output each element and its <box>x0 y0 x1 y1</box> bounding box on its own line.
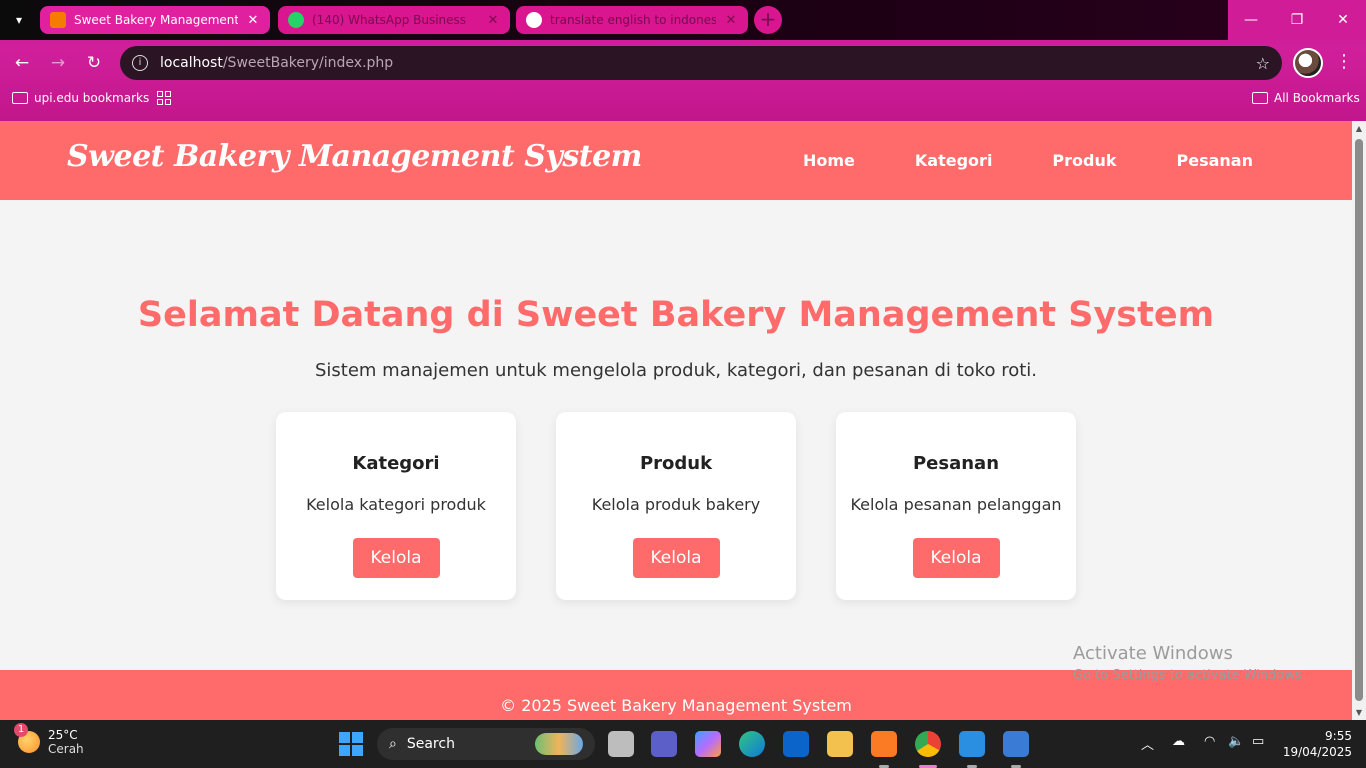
url-path: /SweetBakery/index.php <box>222 55 394 71</box>
restore-icon[interactable]: ❐ <box>1274 0 1320 40</box>
reload-icon[interactable]: ↻ <box>82 51 106 75</box>
site-brand[interactable]: Sweet Bakery Management System <box>67 139 642 174</box>
chrome-icon[interactable] <box>915 731 941 757</box>
tab-title: (140) WhatsApp Business <box>312 13 467 27</box>
watermark-line2: Go to Settings to activate Windows. <box>1073 668 1306 683</box>
scroll-thumb[interactable] <box>1355 139 1363 701</box>
search-highlight-icon <box>535 733 583 755</box>
all-bookmarks-label: All Bookmarks <box>1274 91 1360 105</box>
taskbar-search[interactable]: ⌕ Search <box>377 728 595 760</box>
activate-windows-watermark: Activate Windows Go to Settings to activ… <box>1073 643 1306 683</box>
close-tab-icon[interactable]: ✕ <box>246 13 260 28</box>
card-title: Kategori <box>352 453 440 474</box>
whatsapp-favicon-icon <box>288 12 304 28</box>
scroll-down-icon[interactable]: ▼ <box>1354 708 1364 717</box>
close-window-icon[interactable]: ✕ <box>1320 0 1366 40</box>
copilot-icon[interactable] <box>695 731 721 757</box>
apps-grid-icon <box>157 91 171 105</box>
clock-date: 19/04/2025 <box>1282 745 1352 759</box>
address-bar[interactable]: i localhost/SweetBakery/index.php ☆ <box>120 46 1282 80</box>
scroll-up-icon[interactable]: ▲ <box>1354 124 1364 133</box>
back-arrow-icon[interactable]: ← <box>10 51 34 75</box>
search-label: Search <box>406 736 455 752</box>
forward-arrow-icon[interactable]: → <box>46 51 70 75</box>
all-bookmarks[interactable]: All Bookmarks <box>1252 91 1360 105</box>
bookmark-label: upi.edu bookmarks <box>34 91 150 105</box>
close-tab-icon[interactable]: ✕ <box>724 13 738 28</box>
wifi-icon[interactable]: ◠ <box>1204 734 1215 749</box>
xampp-favicon-icon <box>50 12 66 28</box>
kelola-pesanan-button[interactable]: Kelola <box>912 538 1000 578</box>
xampp-icon[interactable] <box>871 731 897 757</box>
task-view-icon[interactable] <box>608 731 634 757</box>
volume-icon[interactable]: 🔈 <box>1228 734 1244 749</box>
kelola-kategori-button[interactable]: Kelola <box>352 538 440 578</box>
folder-icon <box>1252 92 1268 104</box>
tab-sweet-bakery[interactable]: Sweet Bakery Management Sys ✕ <box>40 6 270 34</box>
weather-desc: Cerah <box>48 742 84 756</box>
tab-translate[interactable]: translate english to indonesia ✕ <box>516 6 748 34</box>
clock-time: 9:55 <box>1325 729 1352 743</box>
url-host: localhost <box>160 55 223 71</box>
card-kategori: Kategori Kelola kategori produk Kelola <box>276 412 516 600</box>
edge-icon[interactable] <box>739 731 765 757</box>
kelola-produk-button[interactable]: Kelola <box>632 538 720 578</box>
card-description: Kelola kategori produk <box>306 495 486 514</box>
taskbar-clock[interactable]: 9:55 19/04/2025 <box>1283 728 1352 760</box>
welcome-title: Selamat Datang di Sweet Bakery Managemen… <box>137 295 1215 335</box>
vscode-icon[interactable] <box>959 731 985 757</box>
file-explorer-icon[interactable] <box>827 731 853 757</box>
card-title: Produk <box>639 453 713 474</box>
new-tab-button[interactable]: + <box>754 6 782 34</box>
card-produk: Produk Kelola produk bakery Kelola <box>556 412 796 600</box>
search-icon: ⌕ <box>389 736 397 752</box>
minimize-icon[interactable]: — <box>1228 0 1274 40</box>
main-nav: Home Kategori Produk Pesanan <box>803 151 1253 170</box>
browser-menu-icon[interactable]: ⋮ <box>1334 51 1354 72</box>
weather-badge: 1 <box>14 723 28 737</box>
web-page: Sweet Bakery Management System Home Kate… <box>0 121 1352 720</box>
nav-home[interactable]: Home <box>803 151 855 170</box>
card-title: Pesanan <box>912 453 1000 474</box>
tab-search-dropdown-icon[interactable]: ▾ <box>8 10 30 30</box>
battery-icon[interactable]: ▭ <box>1252 734 1264 749</box>
weather-sun-icon: 1 <box>14 723 40 753</box>
welcome-subtitle: Sistem manajemen untuk mengelola produk,… <box>314 360 1037 381</box>
windows-taskbar: 1 25°C Cerah ⌕ Search ︿ ☁ ◠ 🔈 ▭ 9:55 19/… <box>0 720 1366 768</box>
nav-pesanan[interactable]: Pesanan <box>1177 151 1253 170</box>
weather-widget[interactable]: 1 25°C Cerah <box>14 723 84 756</box>
nav-kategori[interactable]: Kategori <box>915 151 993 170</box>
outlook-icon[interactable] <box>783 731 809 757</box>
watermark-line1: Activate Windows <box>1073 643 1233 664</box>
notepad-icon[interactable] <box>1003 731 1029 757</box>
card-description: Kelola produk bakery <box>591 495 761 514</box>
footer-copyright: © 2025 Sweet Bakery Management System <box>500 696 852 715</box>
card-description: Kelola pesanan pelanggan <box>850 495 1062 514</box>
close-tab-icon[interactable]: ✕ <box>486 13 500 28</box>
onedrive-icon[interactable]: ☁ <box>1172 734 1185 749</box>
folder-icon <box>12 92 28 104</box>
weather-temp: 25°C <box>48 728 78 742</box>
apps-grid-button[interactable] <box>157 91 171 105</box>
tray-chevron-icon[interactable]: ︿ <box>1141 734 1154 753</box>
teams-icon[interactable] <box>651 731 677 757</box>
page-scrollbar[interactable]: ▲ ▼ <box>1352 121 1366 720</box>
site-info-icon[interactable]: i <box>132 55 148 71</box>
browser-chrome: ▾ Sweet Bakery Management Sys ✕ (140) Wh… <box>0 0 1366 121</box>
windows-start-icon[interactable] <box>339 732 363 756</box>
nav-produk[interactable]: Produk <box>1052 151 1116 170</box>
tab-title: translate english to indonesia <box>550 13 716 27</box>
profile-avatar[interactable] <box>1293 48 1323 78</box>
bookmark-upi[interactable]: upi.edu bookmarks <box>12 91 149 105</box>
card-pesanan: Pesanan Kelola pesanan pelanggan Kelola <box>836 412 1076 600</box>
bookmark-star-icon[interactable]: ☆ <box>1256 54 1270 73</box>
site-header: Sweet Bakery Management System Home Kate… <box>0 121 1352 200</box>
tab-whatsapp[interactable]: (140) WhatsApp Business ✕ <box>278 6 510 34</box>
google-favicon-icon <box>526 12 542 28</box>
tab-title: Sweet Bakery Management Sys <box>74 13 238 27</box>
